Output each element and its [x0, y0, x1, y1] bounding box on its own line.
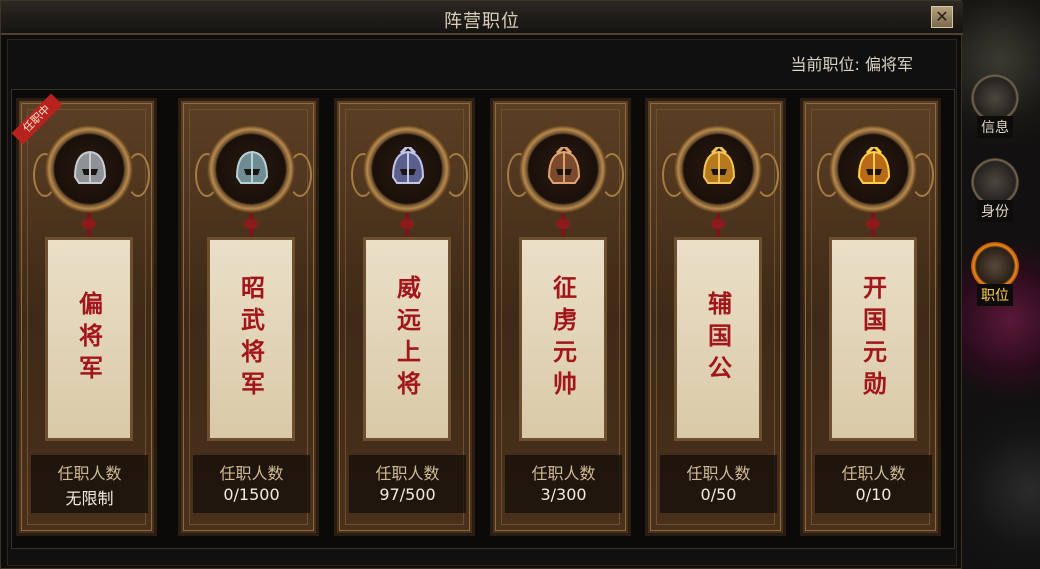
- close-icon[interactable]: ✕: [931, 6, 953, 28]
- occupancy-box: 任职人数 无限制: [31, 455, 148, 513]
- rank-name: 辅国公: [703, 291, 733, 387]
- rank-name-tag: 征虏元帅: [519, 237, 607, 441]
- rank-name: 昭武将军: [236, 275, 266, 403]
- occupancy-box: 任职人数 0/50: [660, 455, 777, 513]
- occupancy-label: 任职人数: [686, 464, 751, 483]
- golden-helmet-icon: [702, 147, 736, 184]
- rank-name: 征虏元帅: [548, 275, 578, 403]
- rank-card[interactable]: 威远上将任职人数 97/500: [334, 98, 475, 536]
- marshal-helmet-icon: [547, 147, 581, 184]
- identity-mask-icon: [971, 158, 1019, 206]
- tag-knot: [866, 219, 880, 229]
- rank-card[interactable]: 开国元勋任职人数 0/10: [800, 98, 941, 536]
- occupancy-label: 任职人数: [531, 464, 596, 483]
- side-tab-label: 信息: [977, 116, 1013, 138]
- tag-knot: [556, 219, 570, 229]
- occupancy-value: 0/1500: [223, 485, 280, 504]
- rank-name-tag: 昭武将军: [207, 237, 295, 441]
- info-scroll-icon: [971, 74, 1019, 122]
- rank-card[interactable]: 征虏元帅任职人数 3/300: [490, 98, 631, 536]
- occupancy-box: 任职人数 0/10: [815, 455, 932, 513]
- current-position: 当前职位: 偏将军: [790, 51, 913, 75]
- rank-name: 偏将军: [74, 291, 104, 387]
- occupancy-value: 97/500: [379, 485, 436, 504]
- side-tab-label: 身份: [977, 200, 1013, 222]
- position-emblem-icon: [971, 242, 1019, 290]
- side-tab-identity[interactable]: 身份: [964, 158, 1026, 222]
- occupancy-box: 任职人数 0/1500: [193, 455, 310, 513]
- current-position-label: 当前职位:: [790, 55, 860, 74]
- tag-knot: [82, 219, 96, 229]
- occupancy-label: 任职人数: [57, 464, 122, 483]
- occupancy-value: 0/10: [855, 485, 892, 504]
- rank-name-tag: 偏将军: [45, 237, 133, 441]
- occupancy-label: 任职人数: [219, 464, 284, 483]
- occupancy-box: 任职人数 3/300: [505, 455, 622, 513]
- side-tab-position[interactable]: 职位: [964, 242, 1026, 306]
- tag-knot: [244, 219, 258, 229]
- crested-helmet-icon: [391, 147, 425, 184]
- iron-helmet-icon: [73, 150, 107, 184]
- crowned-golden-helmet-icon: [857, 147, 891, 184]
- current-rank-badge: 任职中: [11, 93, 63, 145]
- occupancy-label: 任职人数: [841, 464, 906, 483]
- side-tab-info[interactable]: 信息: [964, 74, 1026, 138]
- occupancy-value: 3/300: [540, 485, 587, 504]
- tag-knot: [400, 219, 414, 229]
- steel-helmet-icon: [235, 150, 269, 184]
- tag-knot: [711, 219, 725, 229]
- window-titlebar: 阵营职位 ✕: [1, 1, 963, 35]
- occupancy-value: 无限制: [65, 489, 114, 508]
- side-tab-label: 职位: [977, 284, 1013, 306]
- current-position-value: 偏将军: [864, 55, 913, 74]
- rank-card[interactable]: 偏将军任职人数无限制 任职中: [11, 93, 157, 536]
- window-title: 阵营职位: [444, 11, 520, 32]
- occupancy-value: 0/50: [700, 485, 737, 504]
- rank-name-tag: 辅国公: [674, 237, 762, 441]
- rank-name-tag: 开国元勋: [829, 237, 917, 441]
- rank-card[interactable]: 昭武将军任职人数 0/1500: [178, 98, 319, 536]
- occupancy-label: 任职人数: [375, 464, 440, 483]
- occupancy-box: 任职人数 97/500: [349, 455, 466, 513]
- rank-name: 威远上将: [392, 275, 422, 403]
- rank-name: 开国元勋: [858, 275, 888, 403]
- rank-card[interactable]: 辅国公任职人数 0/50: [645, 98, 786, 536]
- rank-name-tag: 威远上将: [363, 237, 451, 441]
